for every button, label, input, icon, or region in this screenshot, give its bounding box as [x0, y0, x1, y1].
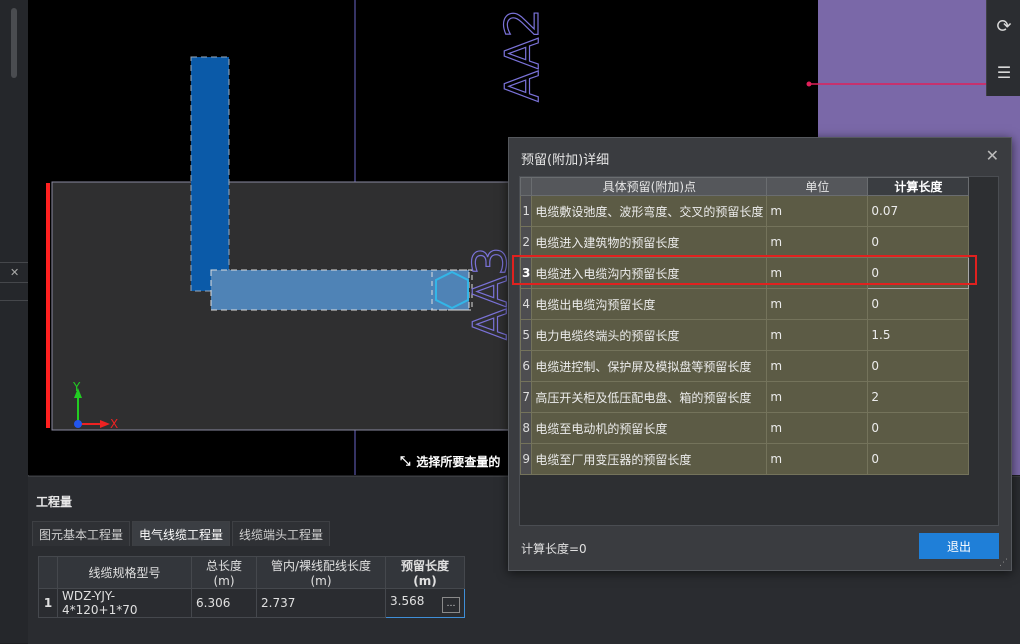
- col-model-header: 线缆规格型号: [57, 556, 192, 589]
- table-row[interactable]: 5 电力电缆终端头的预留长度 m 1.5: [520, 319, 970, 351]
- cell-point[interactable]: 电缆出电缆沟预留长度: [531, 288, 768, 320]
- divider: [0, 300, 28, 301]
- table-row[interactable]: 4 电缆出电缆沟预留长度 m 0: [520, 288, 970, 320]
- duct-vertical[interactable]: [190, 56, 230, 292]
- row-num: 1: [520, 195, 532, 227]
- cell-unit[interactable]: m: [766, 381, 869, 413]
- cell-point[interactable]: 高压开关柜及低压配电盘、箱的预留长度: [531, 381, 768, 413]
- cell-unit[interactable]: m: [766, 288, 869, 320]
- cell-unit[interactable]: m: [766, 412, 869, 444]
- reserve-table-header: 具体预留(附加)点 单位 计算长度: [520, 177, 970, 196]
- cell-value[interactable]: 0: [867, 443, 970, 475]
- row-num-header: [38, 556, 58, 589]
- row-num: 7: [520, 381, 532, 413]
- cell-value[interactable]: 0: [867, 288, 970, 320]
- row-num: 6: [520, 350, 532, 382]
- row-num: 4: [520, 288, 532, 320]
- select-cursor-icon: ⤡: [400, 453, 411, 469]
- cell-value[interactable]: 0.07: [867, 195, 970, 227]
- table-row[interactable]: 7 高压开关柜及低压配电盘、箱的预留长度 m 2: [520, 381, 970, 413]
- view-toolbar: ⟳ ☰: [986, 0, 1020, 96]
- cell-value[interactable]: 0: [867, 350, 970, 382]
- cell-total[interactable]: 6.306: [191, 588, 257, 618]
- divider: [0, 282, 28, 283]
- left-panel-strip: ✕: [0, 0, 29, 643]
- table-row[interactable]: 2 电缆进入建筑物的预留长度 m 0: [520, 226, 970, 258]
- cell-point[interactable]: 电缆进控制、保护屏及模拟盘等预留长度: [531, 350, 768, 382]
- col-point-header: 具体预留(附加)点: [531, 177, 768, 196]
- table-row[interactable]: 1 WDZ-YJY-4*120+1*70 6.306 2.737 3.568 …: [38, 588, 465, 618]
- row-num: 9: [520, 443, 532, 475]
- cell-value[interactable]: 1.5: [867, 319, 970, 351]
- cell-unit[interactable]: m: [766, 195, 869, 227]
- close-icon[interactable]: ✕: [986, 146, 999, 165]
- ucs-x-label: X: [110, 417, 118, 431]
- dialog-title: 预留(附加)详细: [521, 153, 610, 168]
- list-view-icon[interactable]: ☰: [993, 62, 1015, 84]
- cell-point[interactable]: 电缆进入电缆沟内预留长度: [531, 257, 768, 289]
- divider: [0, 262, 28, 263]
- cell-value-current[interactable]: 0: [867, 257, 970, 289]
- cell-reserve-value: 3.568: [390, 593, 425, 608]
- cell-point[interactable]: 电缆至厂用变压器的预留长度: [531, 443, 768, 475]
- row-num: 5: [520, 319, 532, 351]
- tab-cable-head-quantity[interactable]: 线缆端头工程量: [232, 521, 331, 546]
- tab-basic-quantity[interactable]: 图元基本工程量: [32, 521, 131, 546]
- reserve-table-container: 具体预留(附加)点 单位 计算长度 1 电缆敷设弛度、波形弯度、交叉的预留长度 m 0…: [519, 176, 999, 526]
- cell-unit[interactable]: m: [766, 350, 869, 382]
- table-row[interactable]: 6 电缆进控制、保护屏及模拟盘等预留长度 m 0: [520, 350, 970, 382]
- col-total-header: 总长度(m): [191, 556, 257, 589]
- duct-horizontal[interactable]: [210, 269, 470, 311]
- cell-unit[interactable]: m: [766, 226, 869, 258]
- cell-unit[interactable]: m: [766, 319, 869, 351]
- cell-value[interactable]: 0: [867, 412, 970, 444]
- cell-unit[interactable]: m: [766, 257, 869, 289]
- row-num: 1: [38, 588, 58, 618]
- axis-label-aa2: AA2: [495, 9, 549, 102]
- formula-text: 计算长度=0: [521, 542, 587, 556]
- hint-text: 选择所要查量的: [416, 454, 501, 469]
- exit-button[interactable]: 退出: [919, 533, 999, 559]
- cell-point[interactable]: 电缆敷设弛度、波形弯度、交叉的预留长度: [531, 195, 768, 227]
- quantity-tabs: 图元基本工程量 电气线缆工程量 线缆端头工程量: [32, 521, 331, 546]
- cell-value[interactable]: 0: [867, 226, 970, 258]
- col-unit-header: 单位: [766, 177, 869, 196]
- col-value-header: 计算长度: [867, 177, 970, 196]
- rotate-icon[interactable]: ⟳: [993, 16, 1015, 38]
- reserve-table: 具体预留(附加)点 单位 计算长度 1 电缆敷设弛度、波形弯度、交叉的预留长度 m 0…: [520, 177, 970, 475]
- cell-value[interactable]: 2: [867, 381, 970, 413]
- close-icon[interactable]: ✕: [10, 266, 19, 279]
- cell-unit[interactable]: m: [766, 443, 869, 475]
- row-num-header: [520, 177, 533, 196]
- cell-point[interactable]: 电缆进入建筑物的预留长度: [531, 226, 768, 258]
- resize-grip-icon[interactable]: ⋰: [999, 558, 1008, 568]
- table-row[interactable]: 8 电缆至电动机的预留长度 m 0: [520, 412, 970, 444]
- quantity-table: 线缆规格型号 总长度(m) 管内/裸线配线长度(m) 预留长度(m) 1 WDZ…: [38, 556, 465, 618]
- left-scrollbar[interactable]: [11, 8, 17, 78]
- col-pipe-header: 管内/裸线配线长度(m): [256, 556, 386, 589]
- table-row[interactable]: 3 电缆进入电缆沟内预留长度 m 0: [520, 257, 970, 289]
- panel-title: 工程量: [36, 495, 73, 509]
- row-num: 3: [520, 257, 532, 289]
- col-reserve-header: 预留长度(m): [385, 556, 465, 589]
- cell-pipe[interactable]: 2.737: [256, 588, 386, 618]
- table-row[interactable]: 1 电缆敷设弛度、波形弯度、交叉的预留长度 m 0.07: [520, 195, 970, 227]
- row-num: 2: [520, 226, 532, 258]
- cell-point[interactable]: 电力电缆终端头的预留长度: [531, 319, 768, 351]
- tab-cable-quantity[interactable]: 电气线缆工程量: [132, 521, 231, 546]
- cell-point[interactable]: 电缆至电动机的预留长度: [531, 412, 768, 444]
- table-row[interactable]: 9 电缆至厂用变压器的预留长度 m 0: [520, 443, 970, 475]
- command-hint: ⤡ 选择所要查量的: [400, 450, 500, 472]
- reserve-detail-dialog: 预留(附加)详细 ✕ 具体预留(附加)点 单位 计算长度 1 电缆敷设弛度、波形弯…: [508, 137, 1012, 571]
- cell-model[interactable]: WDZ-YJY-4*120+1*70: [57, 588, 192, 618]
- red-dot: [806, 81, 812, 87]
- ucs-origin: [74, 420, 82, 428]
- ucs-y-label: Y: [72, 380, 81, 394]
- ellipsis-button[interactable]: …: [442, 596, 460, 613]
- cell-reserve[interactable]: 3.568 …: [385, 588, 465, 618]
- table-header: 线缆规格型号 总长度(m) 管内/裸线配线长度(m) 预留长度(m): [38, 556, 465, 589]
- row-num: 8: [520, 412, 532, 444]
